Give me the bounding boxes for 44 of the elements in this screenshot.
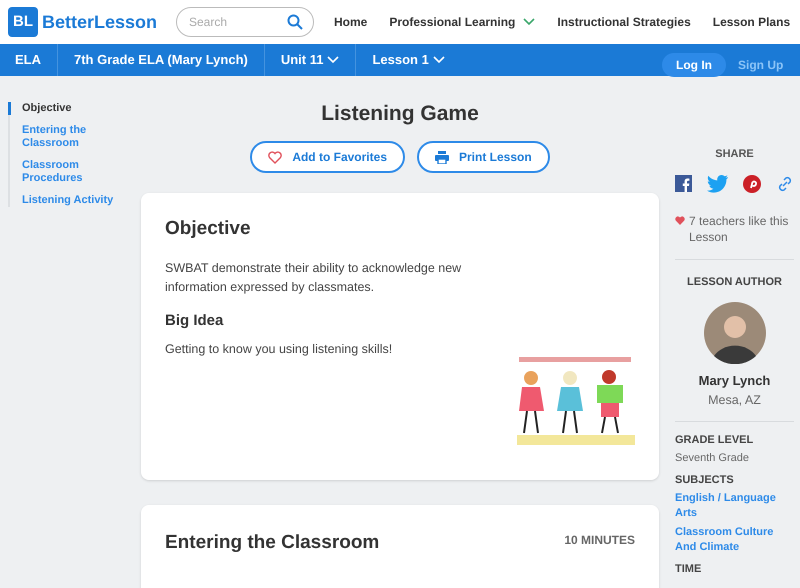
objective-text: SWBAT demonstrate their ability to acknowledge new information expressed by classmates.	[165, 260, 462, 296]
sidebar-link[interactable]: Listening Activity	[8, 194, 118, 207]
logo-mark[interactable]: BL	[8, 7, 38, 37]
detail-heading: TIME	[675, 563, 702, 576]
detail-value: Seventh Grade	[675, 451, 750, 466]
share-heading: SHARE	[714, 147, 755, 162]
print-button[interactable]: Print Lesson	[417, 141, 550, 173]
author-heading: LESSON AUTHOR	[686, 274, 783, 290]
search-field[interactable]: Search	[176, 7, 314, 37]
breadcrumb-link[interactable]: 7th Grade ELA (Mary Lynch)	[57, 44, 264, 76]
subject-link[interactable]: English / Language Arts	[675, 491, 794, 522]
logo-text[interactable]: BetterLesson	[42, 8, 158, 36]
sidebar-link[interactable]: Objective	[8, 102, 118, 115]
author-name: Mary Lynch	[698, 372, 772, 390]
printer-icon	[435, 150, 449, 164]
likes-text: 7 teachers like this Lesson	[689, 212, 790, 244]
breadcrumb-link[interactable]: ELA	[0, 44, 57, 76]
heart-icon	[268, 150, 282, 164]
favorite-button[interactable]: Add to Favorites	[250, 141, 405, 173]
heart-icon	[675, 216, 685, 224]
subject-link[interactable]: Classroom Culture And Climate	[675, 525, 794, 556]
breadcrumb-link[interactable]: Unit 11	[264, 44, 356, 76]
sidebar-link[interactable]: Classroom Procedures	[8, 159, 118, 185]
big-idea-text: Getting to know you using listening skills!	[165, 341, 394, 358]
nav-link[interactable]: Home	[334, 13, 368, 31]
avatar	[704, 302, 766, 364]
facebook-icon[interactable]	[675, 174, 692, 192]
section-title: Objective	[165, 217, 251, 241]
section-subtitle: Big Idea	[165, 310, 224, 330]
section-title: Entering the Classroom	[165, 531, 380, 555]
lesson-title: Listening Game	[320, 101, 480, 127]
nav-link[interactable]: Professional Learning	[389, 13, 536, 31]
detail-heading: SUBJECTS	[675, 474, 735, 488]
duration-label: 10 MINUTES	[564, 532, 635, 549]
detail-heading: GRADE LEVEL	[675, 434, 754, 448]
breadcrumb-link[interactable]: Lesson 1	[355, 44, 461, 76]
sidebar-link[interactable]: Entering the Classroom	[8, 124, 118, 150]
nav-link[interactable]: Instructional Strategies	[557, 13, 691, 31]
pinterest-icon[interactable]	[743, 174, 762, 192]
author-location: Mesa, AZ	[707, 392, 762, 408]
search-icon	[287, 14, 303, 30]
login-button[interactable]: Log In	[662, 53, 726, 77]
signup-link[interactable]: Sign Up	[738, 56, 784, 74]
nav-link[interactable]: Lesson Plans	[712, 13, 790, 31]
